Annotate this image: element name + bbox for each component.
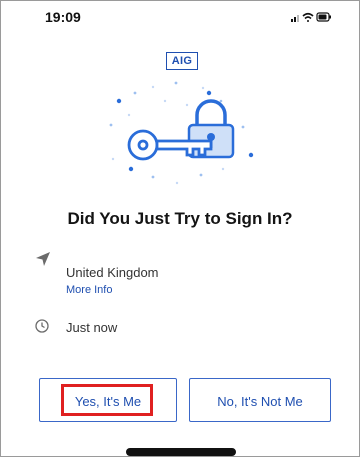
status-time: 19:09 — [45, 9, 81, 25]
time-text: Just now — [66, 320, 118, 335]
location-text: United Kingdom — [66, 265, 159, 280]
no-its-not-me-button[interactable]: No, It's Not Me — [189, 378, 331, 422]
key-lock-illustration — [109, 81, 254, 185]
sign-in-prompt-title: Did You Just Try to Sign In? — [67, 209, 293, 228]
yes-its-me-button[interactable]: Yes, It's Me — [39, 378, 177, 422]
location-arrow-icon — [36, 252, 50, 266]
aig-logo: AIG — [166, 52, 198, 70]
phone-screen: 19:09 AIG Did You Just Try to Sign In? U… — [0, 0, 360, 457]
wifi-icon — [302, 12, 314, 22]
clock-icon — [35, 319, 49, 333]
home-indicator — [126, 448, 236, 456]
signal-icon — [291, 15, 299, 22]
status-bar: 19:09 — [1, 1, 359, 31]
status-icons — [291, 12, 331, 22]
battery-icon — [316, 12, 331, 22]
more-info-link[interactable]: More Info — [66, 284, 112, 296]
